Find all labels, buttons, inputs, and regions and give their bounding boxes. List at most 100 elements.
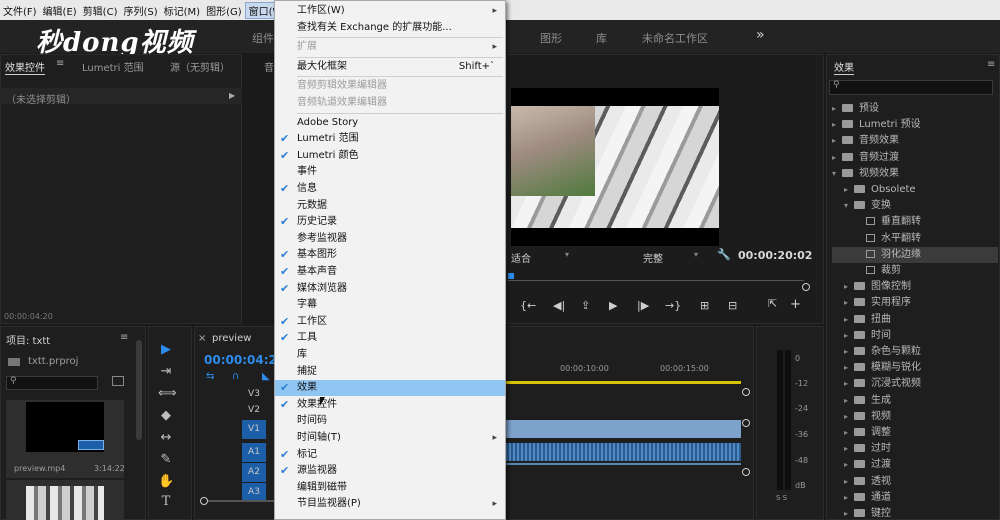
- chevron-right-icon[interactable]: ▸: [844, 409, 854, 425]
- effects-tree-item-18[interactable]: ▸ 生成: [832, 393, 998, 409]
- window-menu-item-28[interactable]: 时间码: [275, 413, 505, 429]
- project-scrollbar[interactable]: [136, 340, 142, 440]
- effects-tree-item-4[interactable]: ▾ 视频效果: [832, 166, 998, 182]
- window-menu-item-26[interactable]: 效果 ✔: [275, 380, 505, 397]
- window-menu-item-18[interactable]: 基本图形 ✔: [275, 247, 505, 263]
- chevron-right-icon[interactable]: ▸: [844, 506, 854, 520]
- window-menu-item-20[interactable]: 媒体浏览器 ✔: [275, 281, 505, 297]
- program-scrubber[interactable]: [508, 280, 804, 281]
- chevron-right-icon[interactable]: ▸: [844, 328, 854, 344]
- insert-icon[interactable]: ⊞: [700, 299, 709, 312]
- chevron-right-icon[interactable]: ▸: [844, 279, 854, 295]
- play-only-icon[interactable]: ▶: [229, 91, 235, 100]
- step-forward-icon[interactable]: |▶: [637, 299, 649, 312]
- window-menu-item-30[interactable]: 标记 ✔: [275, 447, 505, 463]
- effects-panel-title[interactable]: 效果: [834, 59, 854, 75]
- work-area-bar[interactable]: [505, 381, 741, 384]
- window-menu-item-1[interactable]: 查找有关 Exchange 的扩展功能...: [275, 20, 505, 36]
- menu-4[interactable]: 标记(M): [161, 3, 203, 18]
- marker-icon[interactable]: ◣: [262, 371, 270, 382]
- window-menu-item-15[interactable]: 元数据: [275, 198, 505, 214]
- h-scroll-handle[interactable]: [200, 497, 208, 505]
- window-menu-item-17[interactable]: 参考监视器: [275, 231, 505, 247]
- chevron-right-icon[interactable]: ▸: [844, 490, 854, 506]
- workspace-more-icon[interactable]: »: [756, 27, 765, 43]
- window-menu-item-19[interactable]: 基本声音 ✔: [275, 264, 505, 280]
- effects-tree-item-9[interactable]: 羽化边缘: [832, 246, 998, 263]
- chevron-right-icon[interactable]: ▸: [844, 425, 854, 441]
- magnet-icon[interactable]: ∩: [232, 371, 239, 382]
- menu-5[interactable]: 图形(G): [203, 3, 245, 18]
- playhead-marker[interactable]: [508, 273, 514, 279]
- effects-tree-item-7[interactable]: 垂直翻转: [832, 214, 998, 230]
- track-a2[interactable]: A2: [242, 463, 266, 482]
- window-menu-item-0[interactable]: 工作区(W) ▸: [275, 3, 505, 19]
- effects-tree-item-6[interactable]: ▾ 变换: [832, 198, 998, 214]
- audio-clip-a2[interactable]: [505, 463, 741, 465]
- effects-tree-item-1[interactable]: ▸ Lumetri 预设: [832, 117, 998, 133]
- effects-tree-item-14[interactable]: ▸ 时间: [832, 328, 998, 344]
- program-zoom-handle[interactable]: [802, 283, 810, 291]
- menu-0[interactable]: 文件(F): [0, 3, 40, 18]
- chevron-down-icon[interactable]: ▾: [832, 166, 842, 182]
- track-a1[interactable]: A1: [242, 443, 266, 462]
- chevron-down-icon[interactable]: ▾: [844, 198, 854, 214]
- effects-tree-item-3[interactable]: ▸ 音频过渡: [832, 150, 998, 166]
- track-select-tool-icon[interactable]: ⇥: [158, 364, 174, 380]
- effects-search-input[interactable]: [829, 80, 993, 95]
- export-frame-icon[interactable]: ⇱: [768, 297, 777, 310]
- effects-tree-item-25[interactable]: ▸ 键控: [832, 506, 998, 520]
- effects-tree-item-19[interactable]: ▸ 视频: [832, 409, 998, 425]
- window-menu-item-13[interactable]: 事件: [275, 164, 505, 180]
- quality-select[interactable]: 完整: [643, 250, 663, 265]
- window-menu-item-33[interactable]: 节目监视器(P) ▸: [275, 496, 505, 512]
- effects-tree-item-15[interactable]: ▸ 杂色与颗粒: [832, 344, 998, 360]
- tab-audio[interactable]: 音: [264, 59, 274, 74]
- chevron-right-icon[interactable]: ▸: [832, 101, 842, 117]
- quality-chevron-icon[interactable]: ▾: [694, 250, 698, 259]
- mark-out-icon[interactable]: →}: [665, 299, 681, 312]
- window-menu-item-11[interactable]: Lumetri 范围 ✔: [275, 131, 505, 147]
- chevron-right-icon[interactable]: ▸: [844, 376, 854, 392]
- timeline-tab[interactable]: preview: [212, 333, 251, 344]
- chevron-right-icon[interactable]: ▸: [832, 117, 842, 133]
- effects-tree-item-17[interactable]: ▸ 沉浸式视频: [832, 376, 998, 392]
- window-menu-item-21[interactable]: 字幕: [275, 297, 505, 313]
- hand-tool-icon[interactable]: ✋: [158, 474, 174, 490]
- chevron-right-icon[interactable]: ▸: [844, 474, 854, 490]
- window-menu-item-31[interactable]: 源监视器 ✔: [275, 463, 505, 479]
- effects-tree-item-11[interactable]: ▸ 图像控制: [832, 279, 998, 295]
- effects-tree-item-24[interactable]: ▸ 通道: [832, 490, 998, 506]
- track-v1[interactable]: V1: [242, 420, 266, 439]
- video-clip[interactable]: [505, 420, 741, 438]
- tab-lumetri-scopes[interactable]: Lumetri 范围: [82, 59, 144, 74]
- zoom-handle-top[interactable]: [742, 388, 750, 396]
- h-scroll-bar[interactable]: [208, 500, 274, 502]
- window-menu-item-29[interactable]: 时间轴(T) ▸: [275, 430, 505, 446]
- effects-tree-item-20[interactable]: ▸ 调整: [832, 425, 998, 441]
- chevron-right-icon[interactable]: ▸: [844, 360, 854, 376]
- project-title[interactable]: 项目: txtt: [6, 332, 50, 347]
- workspace-tab-untitled[interactable]: 未命名工作区: [642, 30, 708, 46]
- snap-icon[interactable]: ⇆: [206, 371, 214, 382]
- window-menu-item-5[interactable]: 最大化框架 Shift+`: [275, 59, 505, 75]
- ripple-edit-tool-icon[interactable]: ⟺: [158, 386, 177, 402]
- selection-tool-icon[interactable]: ▶: [158, 342, 174, 358]
- track-handle-a[interactable]: [742, 468, 750, 476]
- project-menu-icon[interactable]: ≡: [120, 332, 128, 343]
- fit-select[interactable]: 适合: [511, 250, 531, 265]
- track-handle-v[interactable]: [742, 419, 750, 427]
- effects-tree-item-16[interactable]: ▸ 模糊与锐化: [832, 360, 998, 376]
- project-search-input[interactable]: [6, 376, 98, 390]
- window-menu-item-24[interactable]: 库: [275, 347, 505, 363]
- new-bin-icon[interactable]: [112, 376, 124, 386]
- slip-tool-icon[interactable]: ↔: [158, 430, 174, 446]
- chevron-right-icon[interactable]: ▸: [832, 150, 842, 166]
- razor-tool-icon[interactable]: ◆: [158, 408, 174, 424]
- effects-tree-item-21[interactable]: ▸ 过时: [832, 441, 998, 457]
- chevron-right-icon[interactable]: ▸: [844, 441, 854, 457]
- workspace-tab-graphics[interactable]: 图形: [540, 30, 562, 46]
- effects-tree-item-2[interactable]: ▸ 音频效果: [832, 133, 998, 149]
- effects-tree-item-8[interactable]: 水平翻转: [832, 231, 998, 247]
- chevron-right-icon[interactable]: ▸: [844, 457, 854, 473]
